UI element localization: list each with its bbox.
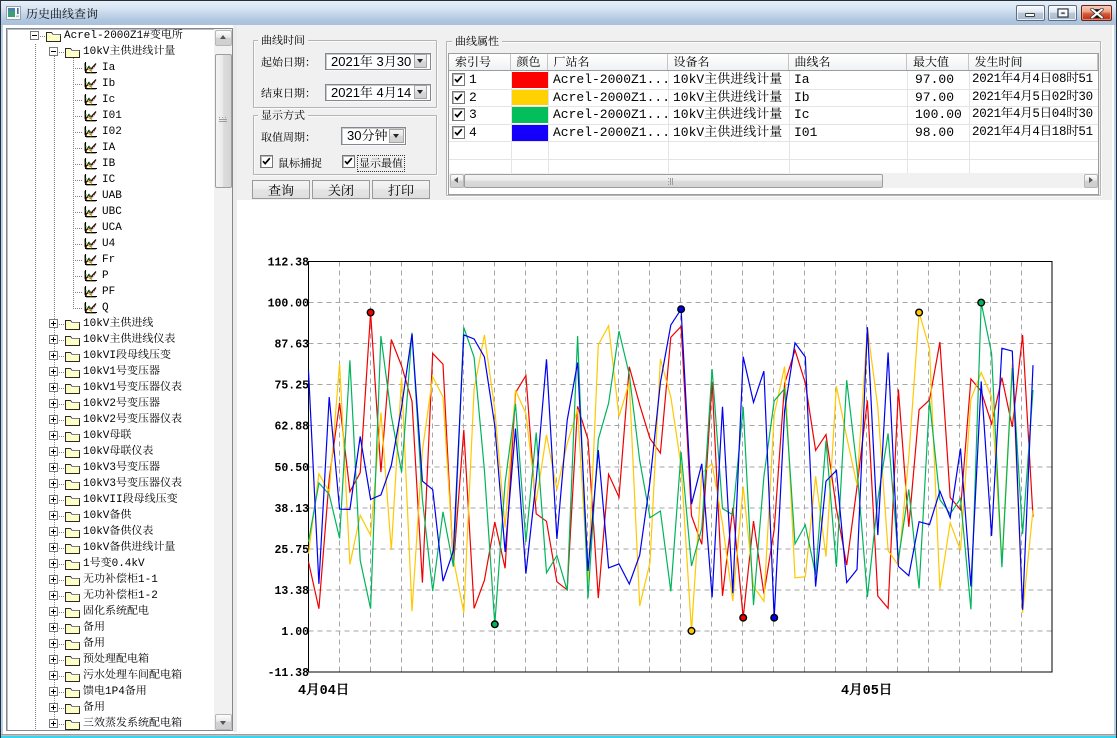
svg-text:62.88: 62.88 xyxy=(274,421,309,434)
svg-text:25.75: 25.75 xyxy=(274,544,309,557)
svg-text:112.38: 112.38 xyxy=(268,257,310,270)
svg-text:4月05日: 4月05日 xyxy=(841,682,892,699)
svg-text:1.00: 1.00 xyxy=(281,626,309,639)
svg-text:100.00: 100.00 xyxy=(268,298,310,311)
svg-text:13.38: 13.38 xyxy=(274,585,309,598)
svg-text:4月04日: 4月04日 xyxy=(298,682,349,699)
svg-text:38.13: 38.13 xyxy=(274,503,309,516)
svg-text:50.50: 50.50 xyxy=(274,462,309,475)
svg-text:75.25: 75.25 xyxy=(274,380,309,393)
svg-text:-11.38: -11.38 xyxy=(268,667,310,680)
svg-text:87.63: 87.63 xyxy=(274,339,309,352)
